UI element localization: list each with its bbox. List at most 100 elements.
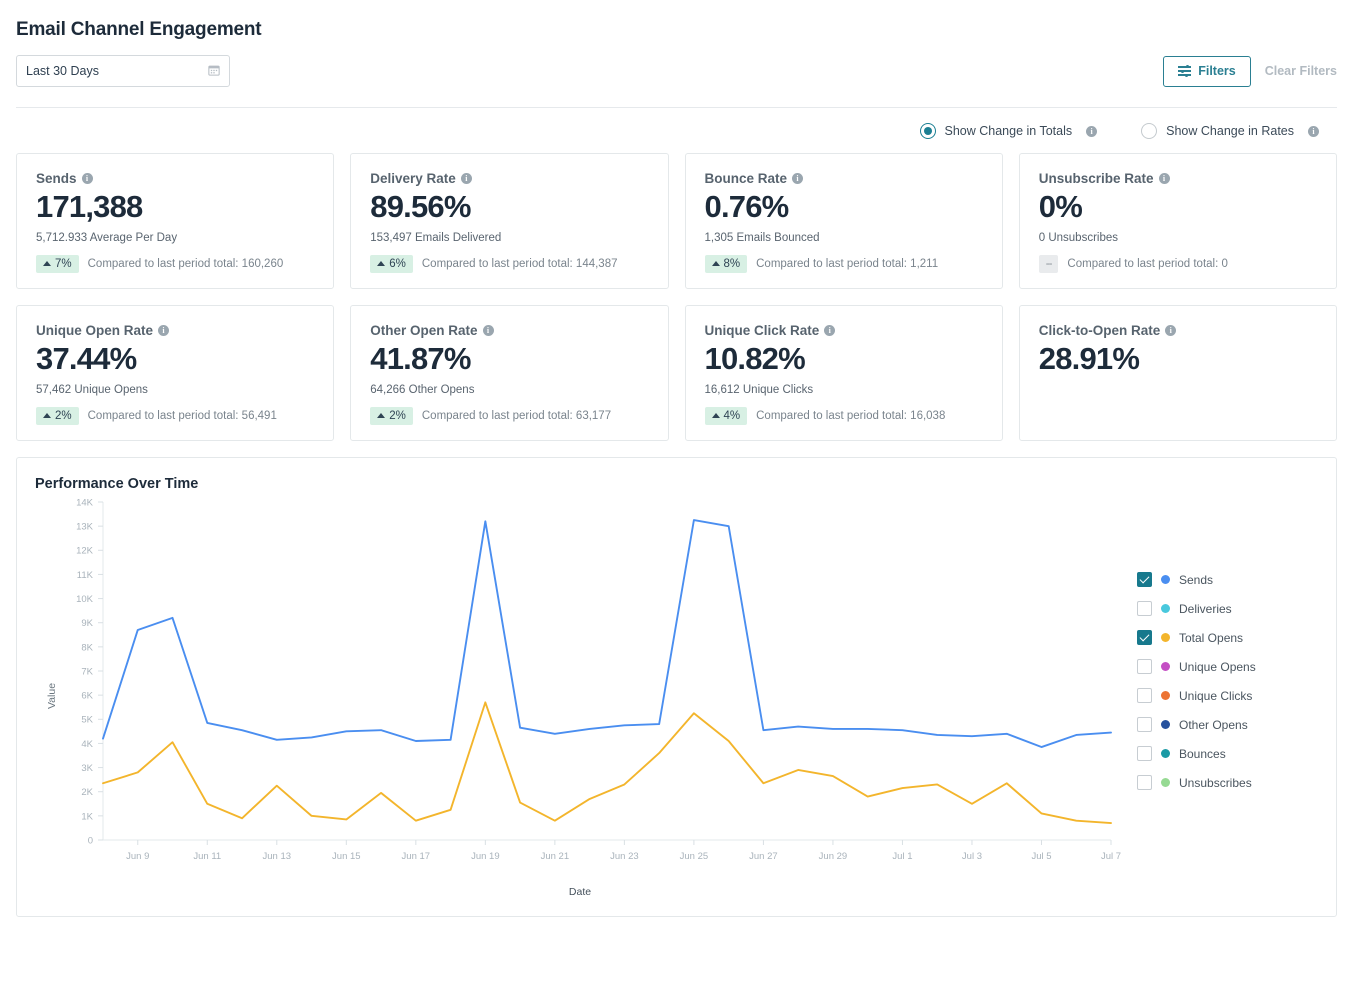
metric-card-title-text: Unsubscribe Rate (1039, 171, 1154, 186)
metric-delta-value: 8% (724, 258, 741, 270)
radio-show-change-in-totals[interactable]: Show Change in Totals i (920, 123, 1098, 139)
metric-card-title: Delivery Ratei (370, 171, 648, 186)
info-icon[interactable]: i (792, 173, 803, 184)
info-icon[interactable]: i (82, 173, 93, 184)
legend-checkbox[interactable] (1137, 717, 1152, 732)
legend-item-total-opens[interactable]: Total Opens (1137, 623, 1330, 652)
x-tick-label: Jun 11 (193, 851, 221, 862)
metric-delta-badge: 2% (370, 407, 413, 425)
legend-checkbox[interactable] (1137, 775, 1152, 790)
legend-checkbox[interactable] (1137, 630, 1152, 645)
legend-color-dot (1161, 604, 1170, 613)
legend-item-other-opens[interactable]: Other Opens (1137, 710, 1330, 739)
info-icon[interactable]: i (461, 173, 472, 184)
y-tick-label: 1K (81, 811, 93, 822)
date-range-picker[interactable]: Last 30 Days (16, 55, 230, 87)
metric-compare-text: Compared to last period total: 0 (1067, 258, 1227, 270)
metric-compare-text: Compared to last period total: 144,387 (422, 258, 618, 270)
metric-card: Unique Open Ratei37.44%57,462 Unique Ope… (16, 305, 334, 441)
legend-item-unique-clicks[interactable]: Unique Clicks (1137, 681, 1330, 710)
legend-item-unique-opens[interactable]: Unique Opens (1137, 652, 1330, 681)
legend-item-unsubscribes[interactable]: Unsubscribes (1137, 768, 1330, 797)
date-range-value: Last 30 Days (26, 64, 99, 78)
metric-card-value: 10.82% (705, 343, 983, 376)
controls-row: Last 30 Days Filters Cl (16, 55, 1337, 87)
radio-show-change-in-rates[interactable]: Show Change in Rates i (1141, 123, 1319, 139)
metric-card-subtext: 0 Unsubscribes (1039, 232, 1317, 244)
legend-label: Deliveries (1179, 602, 1232, 616)
legend-item-deliveries[interactable]: Deliveries (1137, 594, 1330, 623)
legend-label: Unsubscribes (1179, 776, 1252, 790)
y-tick-label: 10K (76, 594, 94, 605)
metric-card-title: Bounce Rate i (705, 171, 983, 186)
legend-label: Total Opens (1179, 631, 1243, 645)
legend-color-dot (1161, 691, 1170, 700)
legend-label: Unique Opens (1179, 660, 1256, 674)
y-tick-label: 3K (81, 763, 93, 774)
metric-delta-badge: 4% (705, 407, 748, 425)
filters-button[interactable]: Filters (1163, 56, 1251, 87)
metric-compare-text: Compared to last period total: 16,038 (756, 410, 945, 422)
clear-filters-button[interactable]: Clear Filters (1265, 64, 1337, 78)
metric-delta-badge: 2% (36, 407, 79, 425)
info-icon[interactable]: i (158, 325, 169, 336)
metric-card-value: 28.91% (1039, 343, 1317, 376)
x-tick-label: Jun 15 (332, 851, 361, 862)
y-tick-label: 4K (81, 739, 93, 750)
metric-card-subtext: 1,305 Emails Bounced (705, 232, 983, 244)
metric-card-compare-row: 7%Compared to last period total: 160,260 (36, 255, 314, 273)
x-tick-label: Jun 9 (126, 851, 149, 862)
y-tick-label: 5K (81, 715, 93, 726)
metric-card-title-text: Sends (36, 171, 77, 186)
legend-checkbox[interactable] (1137, 601, 1152, 616)
legend-checkbox[interactable] (1137, 659, 1152, 674)
metric-card-title-text: Bounce Rate (705, 171, 788, 186)
legend-item-sends[interactable]: Sends (1137, 565, 1330, 594)
x-axis-label: Date (35, 886, 1125, 898)
metric-cards-grid: Sendsi171,3885,712.933 Average Per Day7%… (16, 153, 1337, 441)
metric-card-title: Click-to-Open Ratei (1039, 323, 1317, 338)
info-icon[interactable]: i (1308, 126, 1319, 137)
legend-color-dot (1161, 749, 1170, 758)
metric-card-subtext: 153,497 Emails Delivered (370, 232, 648, 244)
metric-card-value: 0.76% (705, 191, 983, 224)
x-tick-label: Jun 13 (263, 851, 292, 862)
metric-card-title: Other Open Ratei (370, 323, 648, 338)
metric-delta-value: 2% (389, 410, 406, 422)
metric-delta-badge: 7% (36, 255, 79, 273)
info-icon[interactable]: i (1086, 126, 1097, 137)
legend-color-dot (1161, 662, 1170, 671)
metric-compare-text: Compared to last period total: 56,491 (88, 410, 277, 422)
legend-item-bounces[interactable]: Bounces (1137, 739, 1330, 768)
info-icon[interactable]: i (824, 325, 835, 336)
caret-up-icon (712, 261, 720, 266)
caret-up-icon (377, 413, 385, 418)
metric-compare-text: Compared to last period total: 63,177 (422, 410, 611, 422)
radio-rates-label: Show Change in Rates (1166, 124, 1294, 138)
metric-card-value: 89.56% (370, 191, 648, 224)
x-tick-label: Jun 19 (471, 851, 500, 862)
caret-up-icon (377, 261, 385, 266)
x-tick-label: Jun 23 (610, 851, 639, 862)
legend-color-dot (1161, 778, 1170, 787)
calendar-icon (208, 64, 220, 78)
metric-delta-value: -- (1046, 258, 1052, 270)
info-icon[interactable]: i (483, 325, 494, 336)
y-tick-label: 0 (88, 835, 93, 846)
metric-card-title: Unsubscribe Rate i (1039, 171, 1317, 186)
legend-label: Unique Clicks (1179, 689, 1252, 703)
caret-up-icon (43, 413, 51, 418)
legend-checkbox[interactable] (1137, 688, 1152, 703)
y-tick-label: 7K (81, 666, 93, 677)
metric-card-compare-row: 2% Compared to last period total: 63,177 (370, 407, 648, 425)
info-icon[interactable]: i (1165, 325, 1176, 336)
metric-card: Delivery Ratei 89.56% 153,497 Emails Deliv… (350, 153, 668, 289)
metric-delta-value: 2% (55, 410, 72, 422)
legend-color-dot (1161, 720, 1170, 729)
x-tick-label: Jul 1 (892, 851, 912, 862)
legend-checkbox[interactable] (1137, 746, 1152, 761)
y-axis-label: Value (46, 683, 58, 709)
legend-checkbox[interactable] (1137, 572, 1152, 587)
y-tick-label: 14K (76, 497, 94, 508)
info-icon[interactable]: i (1159, 173, 1170, 184)
